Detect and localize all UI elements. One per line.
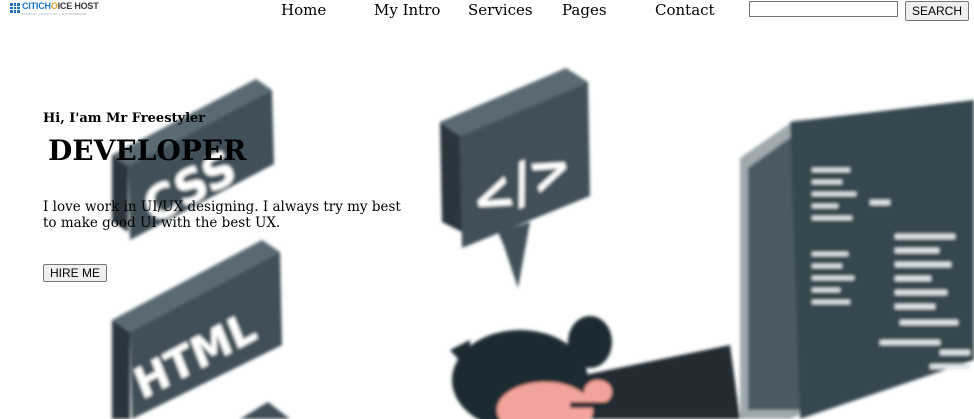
logo-text-part3: ICE HOST xyxy=(57,1,99,11)
logo-grid-icon xyxy=(10,3,20,13)
developer-avatar-icon xyxy=(450,316,612,419)
code-bubble-icon: </> xyxy=(440,68,590,288)
search-input[interactable] xyxy=(749,1,898,17)
nav-link-contact[interactable]: Contact xyxy=(655,2,715,19)
hero-role-title: DEVELOPER xyxy=(48,134,247,167)
logo-tagline: DOMAIN | HOSTING | ECOMMERCE xyxy=(22,12,87,16)
html-tile-icon: HTML xyxy=(112,240,282,419)
nav-link-pages[interactable]: Pages xyxy=(562,2,607,19)
monitor-icon xyxy=(740,100,974,419)
nav-link-home[interactable]: Home xyxy=(281,2,326,19)
logo-text-part1: CITICH xyxy=(22,1,51,11)
nav-link-services[interactable]: Services xyxy=(468,2,533,19)
brand-logo[interactable]: CITICHOICE HOST DOMAIN | HOSTING | ECOMM… xyxy=(10,2,99,16)
hire-me-button[interactable]: HIRE ME xyxy=(43,264,107,282)
nav-link-my-intro[interactable]: My Intro xyxy=(374,2,440,19)
logo-wordmark: CITICHOICE HOST xyxy=(22,2,99,11)
search-button[interactable]: SEARCH xyxy=(905,1,969,21)
logo-text-part2: O xyxy=(50,1,58,11)
page: CSS HTML </> CITICHOICE HOST DOMAIN | HO… xyxy=(0,0,974,419)
hero-description: I love work in UI/UX designing. I always… xyxy=(43,199,401,231)
hero-greeting: Hi, I'am Mr Freestyler xyxy=(43,111,206,126)
